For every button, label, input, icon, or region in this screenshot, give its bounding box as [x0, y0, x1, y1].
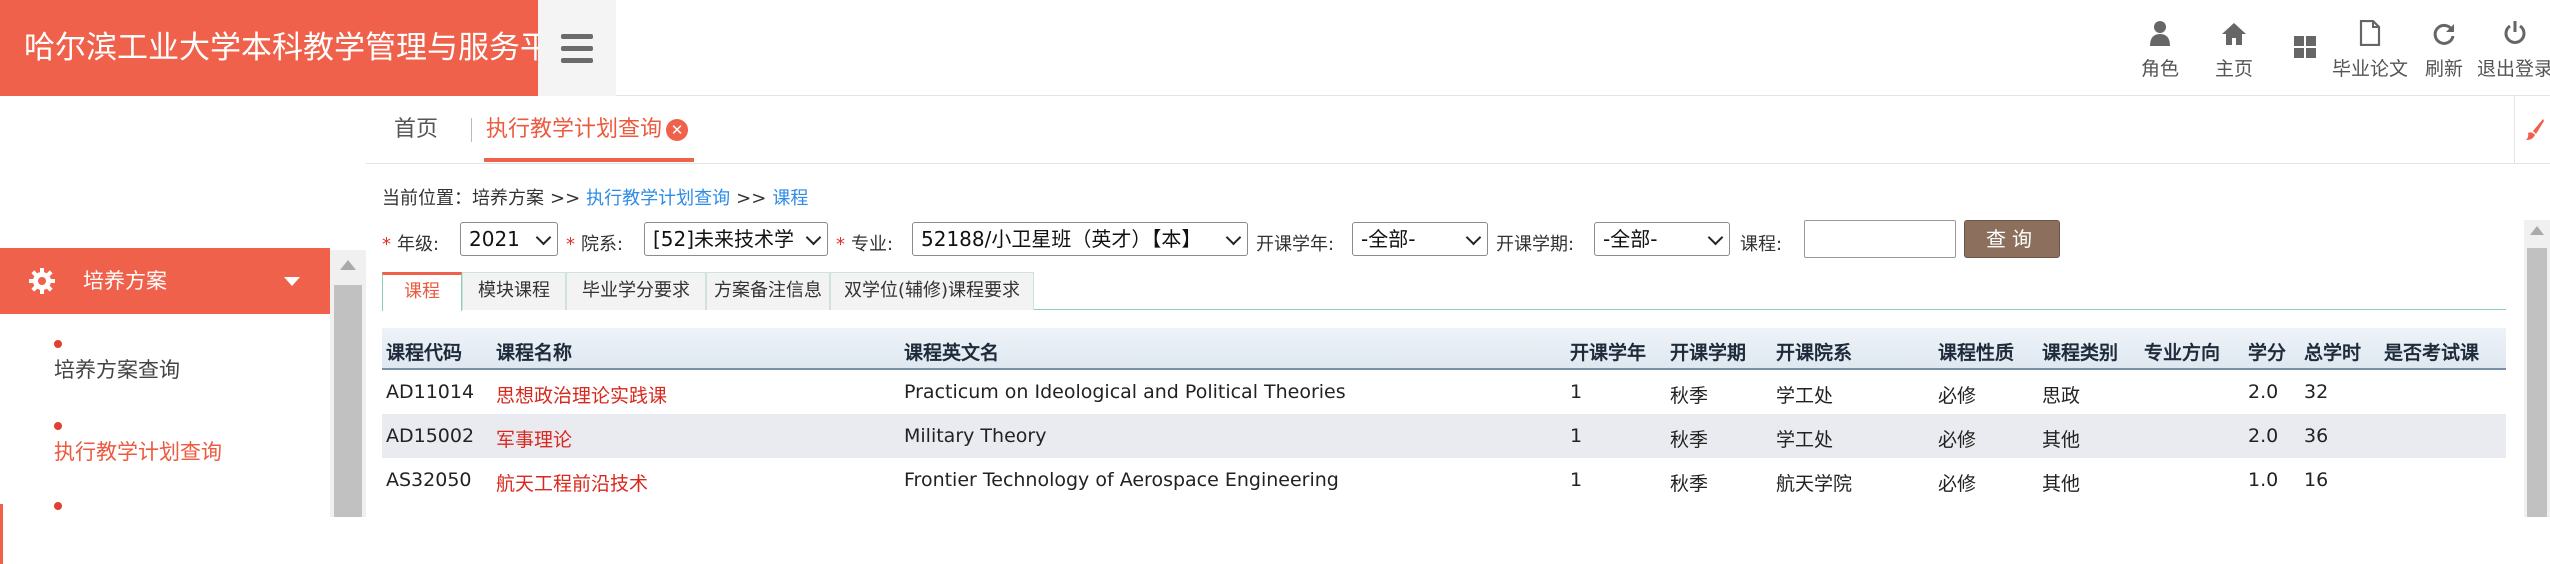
- scroll-up-icon[interactable]: [2530, 226, 2544, 235]
- col-header[interactable]: 学分: [2248, 338, 2286, 365]
- col-header[interactable]: 开课院系: [1776, 338, 1852, 365]
- col-header[interactable]: 总学时: [2304, 338, 2361, 365]
- col-header[interactable]: 是否考试课: [2384, 338, 2479, 365]
- topnav-role[interactable]: 角色: [2130, 0, 2190, 96]
- scrollbar-thumb[interactable]: [334, 285, 362, 517]
- dept-label: * 院系:: [566, 234, 624, 255]
- tab-strip: 首页 执行教学计划查询 ✕: [366, 96, 2550, 164]
- topnav-thesis[interactable]: 毕业论文: [2332, 0, 2408, 96]
- bullet-icon: [54, 502, 62, 510]
- col-header[interactable]: 专业方向: [2144, 338, 2220, 365]
- filter-bar: * 年级: 2021 * 院系: [52]未来技术学 * 专业: 52188/小卫星班…: [382, 220, 2522, 260]
- breadcrumb: 当前位置：培养方案 >> 执行教学计划查询 >> 课程: [382, 188, 809, 209]
- table-row[interactable]: AD11014 思想政治理论实践课 Practicum on Ideologic…: [382, 370, 2506, 414]
- sidebar-section-label: 培养方案: [83, 269, 167, 293]
- menu-toggle-button[interactable]: [538, 0, 616, 96]
- app-title: 哈尔滨工业大学本科教学管理与服务平台: [0, 0, 582, 96]
- sidebar-item-more[interactable]: [0, 502, 330, 517]
- chevron-down-icon: [1225, 229, 1242, 246]
- sidebar-section-training-plan[interactable]: 培养方案: [0, 248, 330, 314]
- caret-down-icon: [284, 277, 300, 286]
- subtab-plan-notes[interactable]: 方案备注信息: [706, 272, 830, 310]
- close-icon[interactable]: ✕: [666, 119, 688, 141]
- major-label: * 专业:: [836, 234, 894, 255]
- chevron-down-icon: [1465, 229, 1482, 246]
- gear-icon: [29, 268, 55, 294]
- col-header[interactable]: 课程名称: [496, 338, 572, 365]
- bullet-icon: [54, 422, 62, 430]
- col-header[interactable]: 课程性质: [1938, 338, 2014, 365]
- table-row[interactable]: AD15002 军事理论 Military Theory 1 秋季 学工处 必修…: [382, 414, 2506, 458]
- col-header[interactable]: 课程类别: [2042, 338, 2118, 365]
- tab-teaching-plan-query[interactable]: 执行教学计划查询: [486, 96, 662, 164]
- breadcrumb-level3-link[interactable]: 课程: [772, 188, 808, 209]
- document-icon: [2359, 16, 2381, 46]
- refresh-icon: [2432, 16, 2456, 46]
- topnav-refresh[interactable]: 刷新: [2414, 0, 2474, 96]
- topnav-home[interactable]: 主页: [2204, 0, 2264, 96]
- grade-select[interactable]: 2021: [460, 222, 558, 256]
- breadcrumb-level1: 培养方案: [472, 188, 544, 209]
- bullet-icon: [54, 340, 62, 348]
- topnav-grid[interactable]: [2280, 0, 2330, 96]
- tab-active-underline: [484, 158, 694, 162]
- col-header[interactable]: 开课学期: [1670, 338, 1746, 365]
- theme-button[interactable]: [2514, 96, 2550, 164]
- course-name-link[interactable]: 军事理论: [496, 425, 572, 452]
- course-label: 课程:: [1740, 234, 1783, 255]
- query-button[interactable]: 查询: [1964, 220, 2060, 258]
- subtab-module-courses[interactable]: 模块课程: [462, 272, 566, 310]
- subtab-graduation-credits[interactable]: 毕业学分要求: [566, 272, 706, 310]
- topnav-logout[interactable]: 退出登录: [2477, 0, 2550, 96]
- power-icon: [2503, 16, 2527, 46]
- tab-divider: [471, 118, 472, 142]
- home-icon: [2221, 16, 2247, 46]
- scroll-up-icon[interactable]: [340, 260, 356, 270]
- sidebar: 培养方案 培养方案查询 执行教学计划查询: [0, 96, 330, 564]
- hamburger-icon: [561, 33, 593, 39]
- sidebar-item-plan-query[interactable]: 培养方案查询: [0, 340, 330, 390]
- breadcrumb-level2-link[interactable]: 执行教学计划查询: [586, 188, 730, 209]
- subtab-double-degree[interactable]: 双学位(辅修)课程要求: [830, 272, 1034, 310]
- sidebar-item-teaching-plan-query[interactable]: 执行教学计划查询: [0, 422, 330, 472]
- tab-home[interactable]: 首页: [394, 96, 438, 164]
- dept-select[interactable]: [52]未来技术学: [644, 222, 828, 256]
- subtab-courses[interactable]: 课程: [382, 272, 462, 311]
- content-scrollbar[interactable]: [2524, 220, 2550, 517]
- year-label: 开课学年:: [1256, 234, 1335, 255]
- course-input[interactable]: [1804, 220, 1956, 258]
- year-select[interactable]: -全部-: [1352, 222, 1488, 256]
- term-select[interactable]: -全部-: [1594, 222, 1730, 256]
- col-header[interactable]: 课程英文名: [904, 338, 999, 365]
- grade-label: * 年级:: [382, 234, 440, 255]
- chevron-down-icon: [535, 229, 552, 246]
- main-content: 当前位置：培养方案 >> 执行教学计划查询 >> 课程 * 年级: 2021 * 院系: […: [366, 164, 2510, 517]
- chevron-down-icon: [1707, 229, 1724, 246]
- brush-icon: [2526, 119, 2544, 140]
- table-header: 课程代码 课程名称 课程英文名 开课学年 开课学期 开课院系 课程性质 课程类别…: [382, 328, 2506, 370]
- top-bar: 哈尔滨工业大学本科教学管理与服务平台 角色 主页 毕业论文 刷新 退出登录: [0, 0, 2550, 96]
- grid-icon: [2293, 29, 2317, 59]
- table-row[interactable]: AS32050 航天工程前沿技术 Frontier Technology of …: [382, 458, 2506, 502]
- scrollbar-thumb[interactable]: [2527, 248, 2547, 517]
- course-name-link[interactable]: 航天工程前沿技术: [496, 469, 648, 496]
- term-label: 开课学期:: [1496, 234, 1575, 255]
- col-header[interactable]: 开课学年: [1570, 338, 1646, 365]
- subtab-bar: 课程 模块课程 毕业学分要求 方案备注信息 双学位(辅修)课程要求: [382, 272, 2506, 311]
- major-select[interactable]: 52188/小卫星班（英才）【本】: [912, 222, 1248, 256]
- user-icon: [2149, 16, 2171, 46]
- sidebar-scrollbar[interactable]: [330, 250, 366, 517]
- chevron-down-icon: [805, 229, 822, 246]
- course-name-link[interactable]: 思想政治理论实践课: [496, 381, 667, 408]
- col-header[interactable]: 课程代码: [386, 338, 462, 365]
